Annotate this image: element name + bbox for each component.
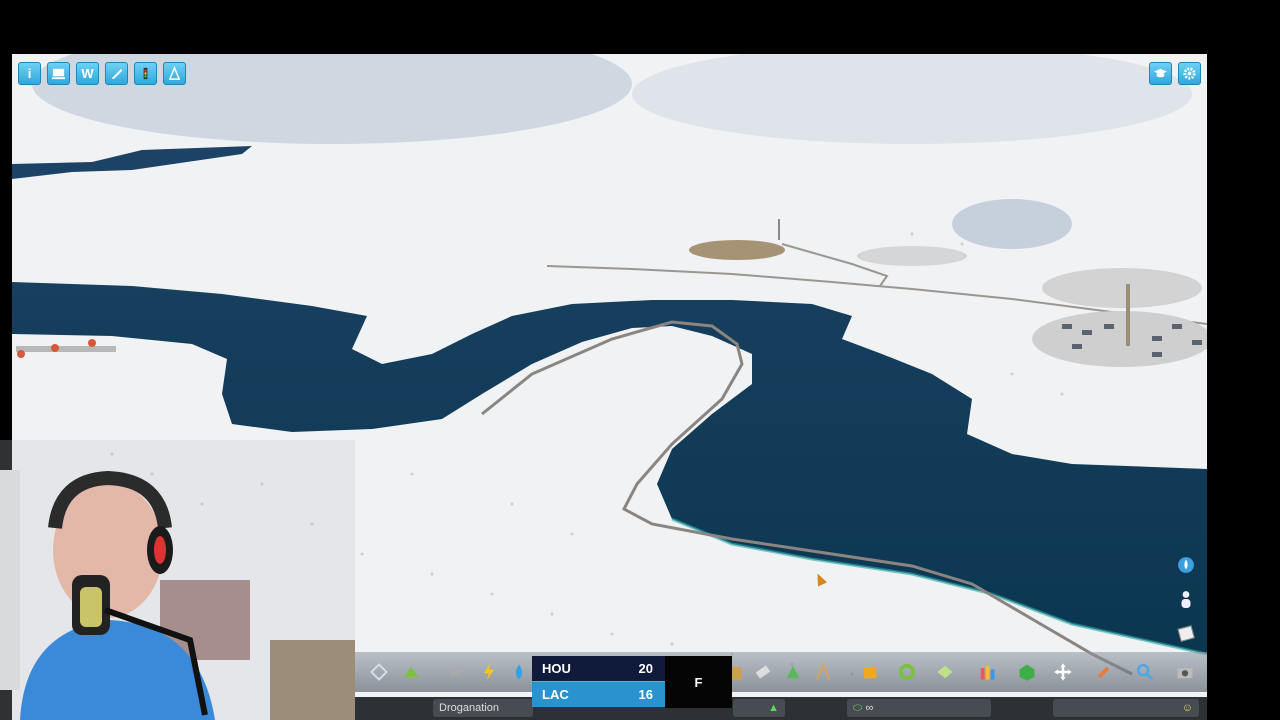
traffic-light-icon[interactable] xyxy=(134,62,157,85)
money-label: ∞ xyxy=(865,702,874,714)
monuments-icon[interactable] xyxy=(1015,660,1039,684)
person-icon[interactable] xyxy=(1175,588,1197,610)
graduation-cap-icon[interactable] xyxy=(1149,62,1172,85)
scoreboard-overlay: HOU 20 LAC 16 F xyxy=(532,656,732,708)
move-icon[interactable] xyxy=(1051,660,1075,684)
fire-icon[interactable] xyxy=(781,660,805,684)
notepad-icon[interactable] xyxy=(1175,622,1197,644)
money-icon: ⬭ xyxy=(853,702,866,714)
away-score: 16 xyxy=(638,687,653,702)
dirt-lot xyxy=(689,240,785,260)
gear-icon[interactable] xyxy=(1178,62,1201,85)
water-icon[interactable] xyxy=(507,660,531,684)
cone-icon[interactable] xyxy=(163,62,186,85)
transport-icon[interactable] xyxy=(895,660,919,684)
happiness-indicator[interactable]: ☺ xyxy=(1053,699,1199,717)
zoning-diamond-icon[interactable] xyxy=(367,660,391,684)
happy-face-icon: ☺ xyxy=(1181,702,1193,714)
workshop-glyph: W xyxy=(81,66,94,81)
unique-buildings-icon[interactable] xyxy=(975,660,999,684)
parks-icon[interactable] xyxy=(933,660,957,684)
district-icon[interactable] xyxy=(399,660,423,684)
healthcare-icon[interactable] xyxy=(751,660,775,684)
money-display: ⬭ ∞ xyxy=(847,699,991,717)
police-icon[interactable] xyxy=(811,660,835,684)
solar-field xyxy=(1032,311,1207,367)
webcam-overlay xyxy=(0,440,355,720)
bulldozer-icon[interactable] xyxy=(1091,660,1115,684)
road-icon[interactable] xyxy=(445,660,469,684)
bottom-toolbar xyxy=(355,652,1207,692)
info-glyph: i xyxy=(27,66,32,81)
away-team: LAC xyxy=(542,687,569,702)
search-icon[interactable] xyxy=(1133,660,1157,684)
speed-indicator[interactable]: ▲ xyxy=(733,699,785,717)
home-team-row: HOU 20 xyxy=(532,656,665,681)
unlock-icon[interactable] xyxy=(105,62,128,85)
water-drop-icon[interactable] xyxy=(1175,554,1197,576)
game-period: F xyxy=(665,656,732,708)
top-right-toolbar xyxy=(1149,62,1201,85)
city-name[interactable]: Droganation xyxy=(433,699,533,717)
side-toolbar xyxy=(1175,554,1197,644)
education-icon[interactable] xyxy=(858,660,882,684)
concrete-lot xyxy=(857,246,967,266)
camera-icon[interactable] xyxy=(1173,660,1197,684)
away-team-row: LAC 16 xyxy=(532,682,665,707)
workshop-icon[interactable]: W xyxy=(76,62,99,85)
status-bar: Droganation ▲ ⬭ ∞ ☺ xyxy=(355,697,1207,720)
top-left-toolbar: i W xyxy=(18,62,186,85)
electricity-icon[interactable] xyxy=(477,660,501,684)
home-score: 20 xyxy=(638,661,653,676)
info-icon[interactable]: i xyxy=(18,62,41,85)
chirper-icon[interactable] xyxy=(47,62,70,85)
home-team: HOU xyxy=(542,661,571,676)
